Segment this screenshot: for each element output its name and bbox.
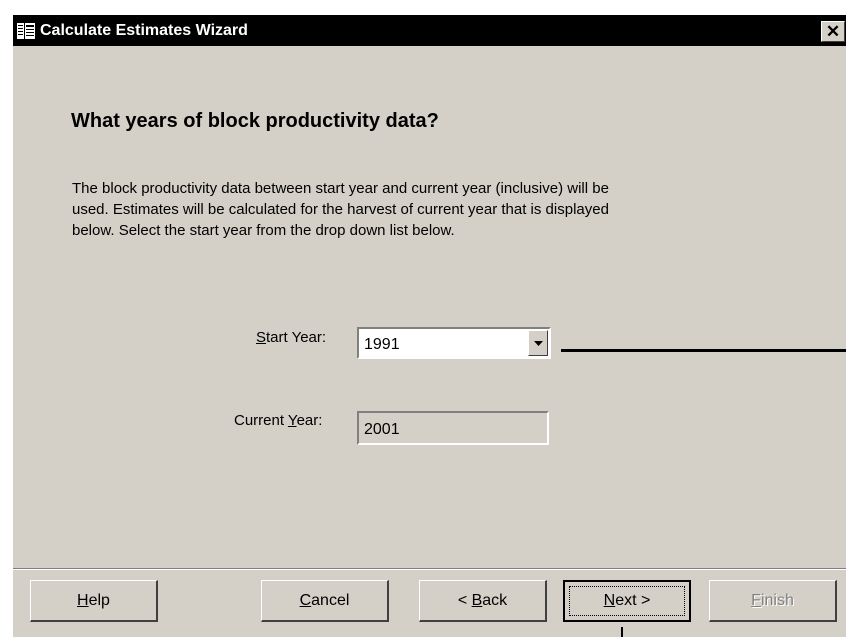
finish-button[interactable]: Finish bbox=[709, 580, 837, 622]
window-title: Calculate Estimates Wizard bbox=[40, 22, 248, 39]
start-year-label: Start Year: bbox=[256, 329, 327, 346]
page-heading: What years of block productivity data? bbox=[71, 110, 439, 132]
current-year-value: 2001 bbox=[364, 421, 400, 438]
start-year-value: 1991 bbox=[364, 336, 400, 353]
next-button[interactable]: Next > bbox=[563, 580, 691, 622]
current-year-field: 2001 bbox=[357, 411, 549, 445]
dropdown-arrow-button[interactable] bbox=[528, 330, 548, 356]
button-separator bbox=[13, 568, 846, 570]
focus-rectangle: Next > bbox=[569, 586, 685, 616]
chevron-down-icon bbox=[534, 341, 543, 346]
pointer-mark bbox=[621, 627, 623, 637]
callout-line bbox=[561, 349, 846, 352]
start-year-dropdown[interactable]: 1991 bbox=[357, 327, 551, 359]
title-bar[interactable]: Calculate Estimates Wizard ✕ bbox=[13, 15, 846, 46]
wizard-book-icon bbox=[17, 22, 35, 40]
wizard-dialog: Calculate Estimates Wizard ✕ What years … bbox=[13, 15, 846, 637]
description-line: The block productivity data between star… bbox=[72, 180, 609, 197]
help-button[interactable]: Help bbox=[30, 580, 158, 622]
close-icon: ✕ bbox=[825, 22, 841, 41]
cancel-button[interactable]: Cancel bbox=[261, 580, 389, 622]
page-description: The block productivity data between star… bbox=[72, 178, 772, 241]
back-button[interactable]: < Back bbox=[419, 580, 547, 622]
current-year-label: Current Year: bbox=[234, 412, 323, 429]
close-button[interactable]: ✕ bbox=[821, 21, 845, 42]
description-line: below. Select the start year from the dr… bbox=[72, 222, 455, 239]
description-line: used. Estimates will be calculated for t… bbox=[72, 201, 609, 218]
